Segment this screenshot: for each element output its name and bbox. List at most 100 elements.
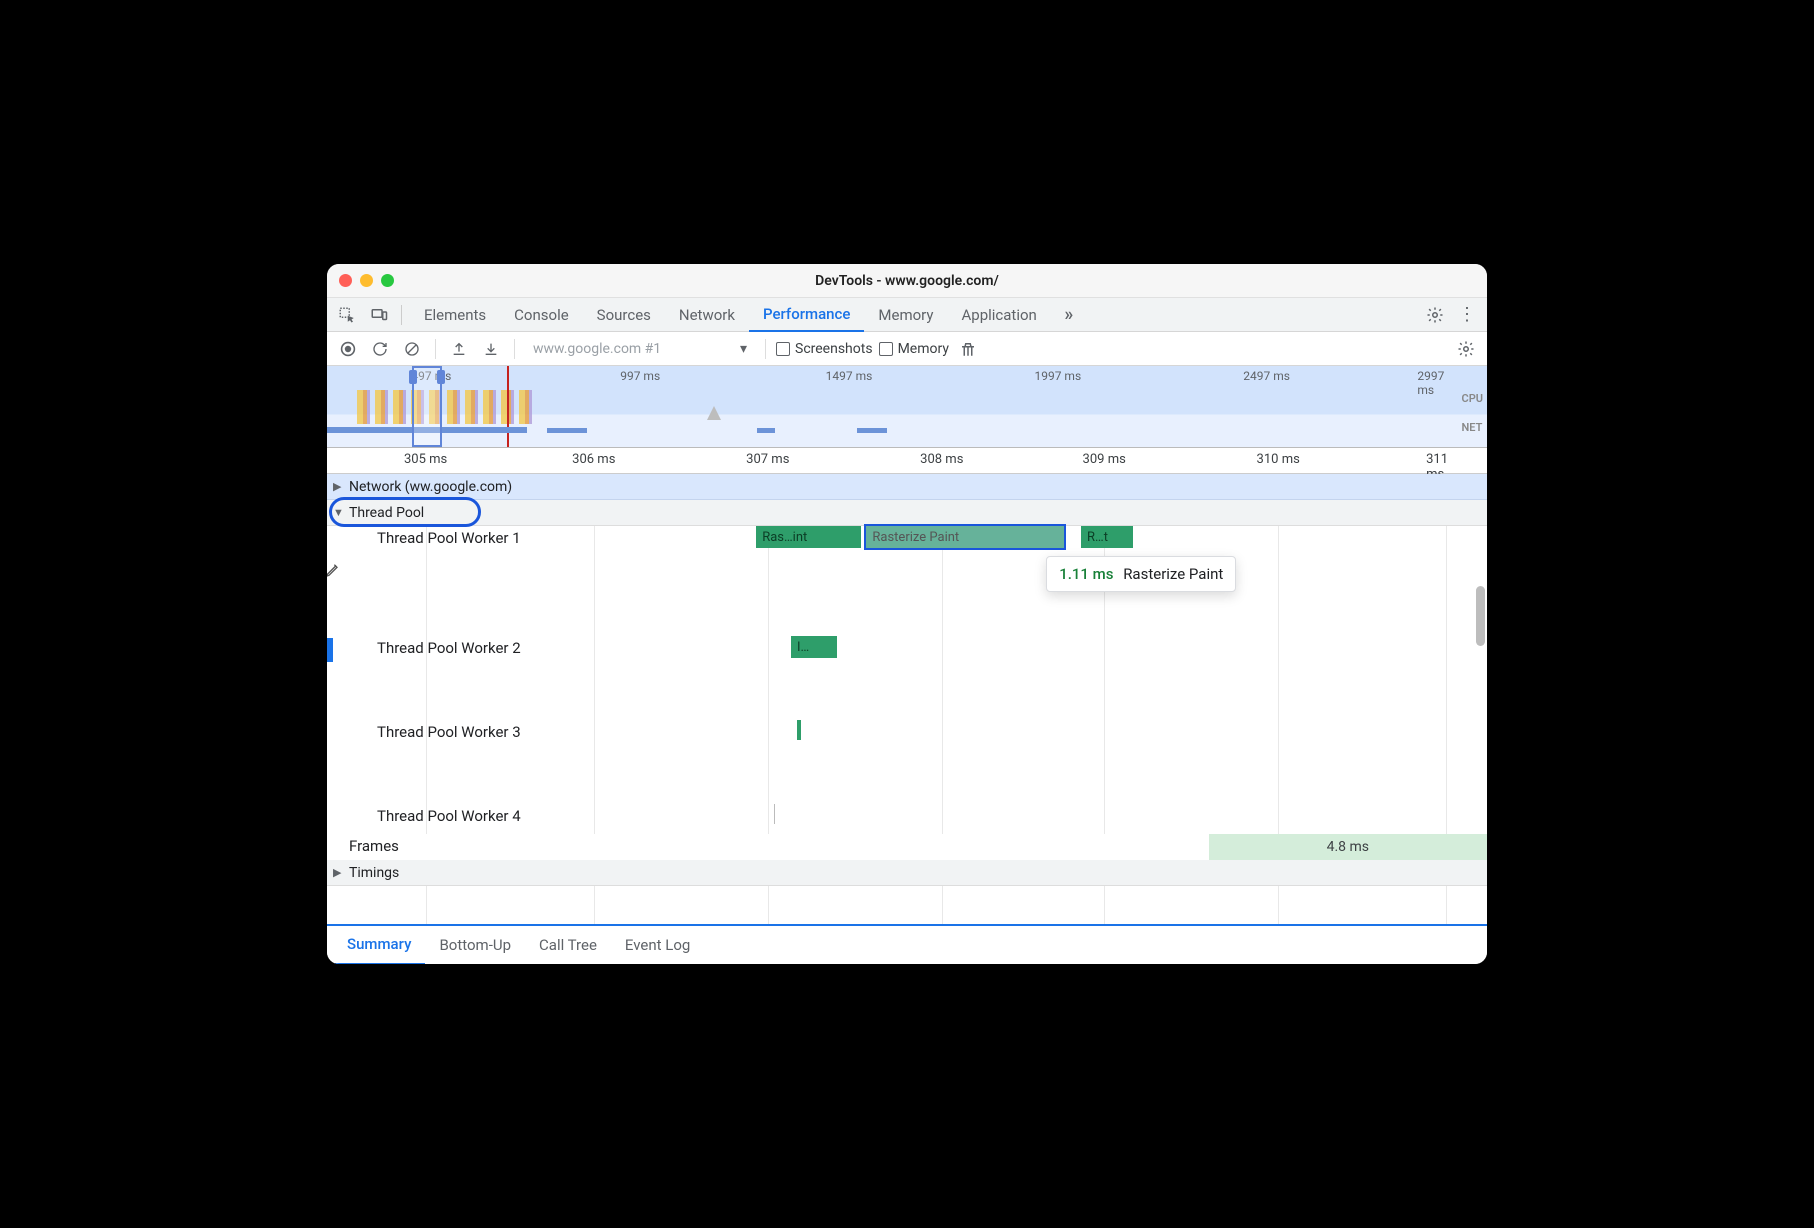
minimize-window-button[interactable]: [360, 274, 373, 287]
track-timings-header[interactable]: ▶ Timings: [327, 860, 1487, 886]
tab-network[interactable]: Network: [665, 298, 749, 332]
overview-ticks: 497 ms 997 ms 1497 ms 1997 ms 2497 ms 29…: [327, 369, 1487, 383]
overview-viewport-handle[interactable]: [412, 366, 442, 447]
clear-button[interactable]: [399, 336, 425, 362]
screenshots-checkbox[interactable]: Screenshots: [776, 341, 873, 357]
chevron-down-icon: ▾: [740, 341, 747, 357]
reload-record-button[interactable]: [367, 336, 393, 362]
overview-net-bar: [857, 428, 887, 433]
track-network-header[interactable]: ▶ Network (ww.google.com): [327, 474, 1487, 500]
download-icon[interactable]: [478, 336, 504, 362]
gc-icon[interactable]: [955, 336, 981, 362]
tab-elements[interactable]: Elements: [410, 298, 500, 332]
overview-net-bar: [547, 428, 587, 433]
track-threadpool-header[interactable]: ▼ Thread Pool: [327, 500, 1487, 526]
overview-tick: 2997 ms: [1417, 369, 1463, 397]
memory-checkbox[interactable]: Memory: [879, 341, 949, 357]
frame-duration: 4.8 ms: [1327, 839, 1369, 855]
divider: [401, 305, 402, 325]
screenshots-label: Screenshots: [795, 341, 873, 357]
ruler-tick: 309 ms: [1083, 452, 1126, 467]
overview-tick: 1497 ms: [826, 369, 873, 383]
kebab-menu-icon[interactable]: ⋮: [1453, 301, 1481, 329]
checkbox-icon: [879, 342, 893, 356]
flamechart[interactable]: ▶ Network (ww.google.com) ▼ Thread Pool …: [327, 474, 1487, 924]
track-timings-label: Timings: [349, 865, 399, 881]
ruler-tick: 307 ms: [746, 452, 789, 467]
overview-cpu-spike: [707, 406, 721, 420]
overview-net-bar: [757, 428, 775, 433]
flame-event-selected[interactable]: Rasterize Paint: [866, 526, 1063, 548]
ruler-tick: 305 ms: [404, 452, 447, 467]
detail-tab-calltree[interactable]: Call Tree: [525, 925, 611, 964]
cpu-label: CPU: [1462, 392, 1483, 405]
perf-toolbar: www.google.com #1 ▾ Screenshots Memory: [327, 332, 1487, 366]
tab-console[interactable]: Console: [500, 298, 583, 332]
overview-marker: [507, 366, 509, 447]
device-toolbar-icon[interactable]: [365, 301, 393, 329]
ruler-tick: 308 ms: [920, 452, 963, 467]
recording-name: www.google.com #1: [533, 341, 661, 357]
disclosure-down-icon: ▼: [333, 506, 344, 519]
overview-row-labels: CPU NET: [1462, 392, 1483, 434]
worker-4-label: Thread Pool Worker 4: [377, 807, 521, 825]
detail-tab-bottomup[interactable]: Bottom-Up: [425, 925, 525, 964]
ruler-tick: 310 ms: [1257, 452, 1300, 467]
track-threadpool-label: Thread Pool: [349, 505, 424, 521]
devtools-window: DevTools - www.google.com/ Elements Cons…: [327, 264, 1487, 964]
flame-event-tiny[interactable]: [774, 804, 775, 824]
net-label: NET: [1462, 421, 1483, 434]
worker-1-label: Thread Pool Worker 1: [377, 529, 521, 547]
edit-icon[interactable]: [327, 562, 341, 578]
flame-event[interactable]: [797, 720, 801, 740]
divider: [435, 339, 436, 359]
flame-event[interactable]: I…: [791, 636, 837, 658]
tooltip-duration: 1.11 ms: [1059, 565, 1113, 583]
panel-settings-icon[interactable]: [1453, 336, 1479, 362]
recording-select[interactable]: www.google.com #1 ▾: [525, 337, 755, 361]
inspect-element-icon[interactable]: [333, 301, 361, 329]
detail-tab-summary[interactable]: Summary: [333, 925, 425, 964]
worker-row-1: Thread Pool Worker 1 Ras…int Rasterize P…: [327, 526, 1487, 636]
detail-tab-eventlog[interactable]: Event Log: [611, 925, 704, 964]
worker-row-3: Thread Pool Worker 3: [327, 720, 1487, 804]
tab-sources[interactable]: Sources: [583, 298, 665, 332]
time-ruler[interactable]: 305 ms 306 ms 307 ms 308 ms 309 ms 310 m…: [327, 448, 1487, 474]
traffic-lights: [339, 274, 394, 287]
divider: [765, 339, 766, 359]
panel-tabs: Elements Console Sources Network Perform…: [410, 298, 1051, 332]
more-tabs-icon[interactable]: »: [1055, 301, 1083, 329]
flame-event[interactable]: Ras…int: [756, 526, 860, 548]
checkbox-icon: [776, 342, 790, 356]
frame-block[interactable]: 4.8 ms: [1209, 834, 1487, 860]
memory-label: Memory: [898, 341, 949, 357]
flame-event[interactable]: R…t: [1081, 526, 1133, 548]
frames-row[interactable]: Frames 4.8 ms: [327, 834, 1487, 860]
overview-tick: 2497 ms: [1243, 369, 1290, 383]
main-tabbar: Elements Console Sources Network Perform…: [327, 298, 1487, 332]
upload-icon[interactable]: [446, 336, 472, 362]
track-network-label: Network (ww.google.com): [349, 479, 512, 495]
tab-application[interactable]: Application: [947, 298, 1050, 332]
worker-2-label: Thread Pool Worker 2: [377, 639, 521, 657]
tab-performance[interactable]: Performance: [749, 298, 864, 332]
divider: [514, 339, 515, 359]
scrollbar-thumb[interactable]: [1476, 586, 1485, 646]
close-window-button[interactable]: [339, 274, 352, 287]
overview-tick: 1997 ms: [1034, 369, 1081, 383]
settings-icon[interactable]: [1421, 301, 1449, 329]
tab-memory[interactable]: Memory: [864, 298, 947, 332]
worker-row-2: Thread Pool Worker 2 I…: [327, 636, 1487, 720]
overview-strip[interactable]: 497 ms 997 ms 1497 ms 1997 ms 2497 ms 29…: [327, 366, 1487, 448]
ruler-tick: 306 ms: [572, 452, 615, 467]
overview-tick: 997 ms: [620, 369, 660, 383]
titlebar: DevTools - www.google.com/: [327, 264, 1487, 298]
disclosure-right-icon: ▶: [333, 480, 341, 493]
event-tooltip: 1.11 ms Rasterize Paint: [1046, 556, 1236, 592]
detail-tabs: Summary Bottom-Up Call Tree Event Log: [327, 924, 1487, 964]
zoom-window-button[interactable]: [381, 274, 394, 287]
overview-cpu-flame: [357, 390, 537, 424]
tooltip-name: Rasterize Paint: [1123, 565, 1223, 583]
record-button[interactable]: [335, 336, 361, 362]
worker-3-label: Thread Pool Worker 3: [377, 723, 521, 741]
